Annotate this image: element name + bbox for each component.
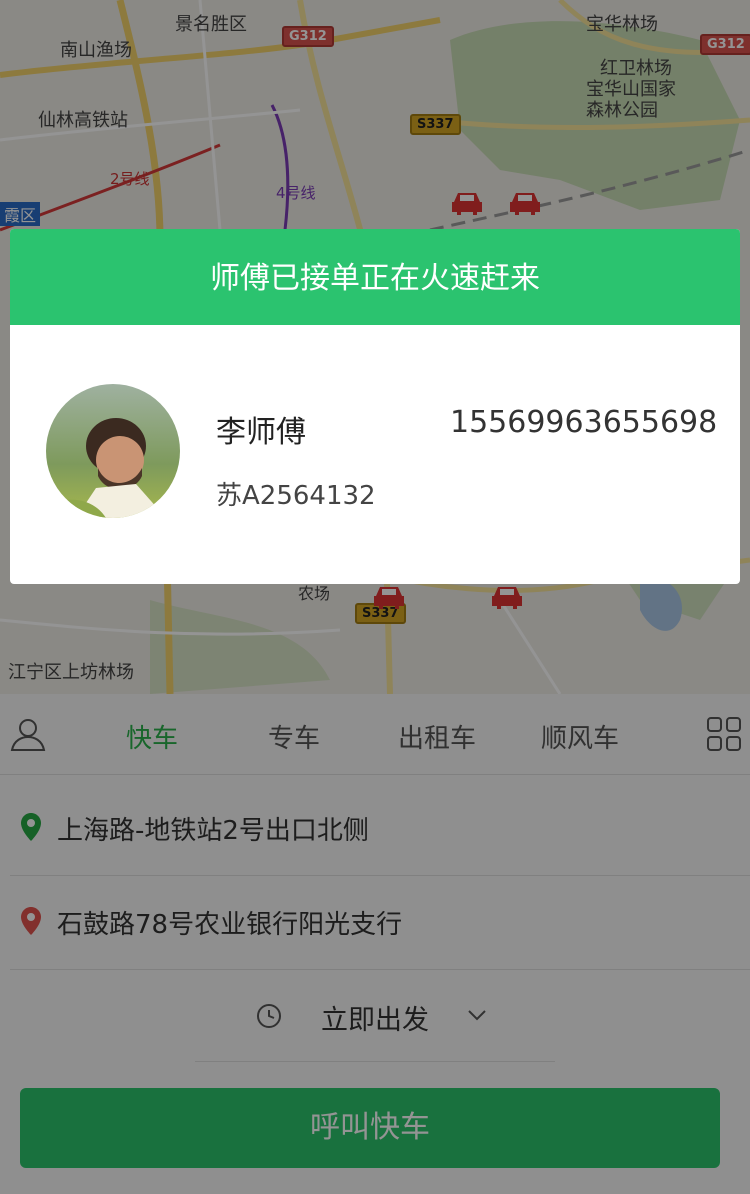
driver-name: 李师傅 xyxy=(216,415,306,450)
license-plate: 苏A2564132 xyxy=(216,481,376,511)
modal-overlay[interactable] xyxy=(0,0,750,1194)
driver-accepted-dialog: 师傅已接单正在火速赶来 李师傅 15569963655698 苏A2564132 xyxy=(10,229,740,584)
driver-avatar xyxy=(46,384,180,518)
driver-phone[interactable]: 15569963655698 xyxy=(450,405,717,440)
dialog-title: 师傅已接单正在火速赶来 xyxy=(10,229,740,325)
driver-photo xyxy=(46,384,180,518)
